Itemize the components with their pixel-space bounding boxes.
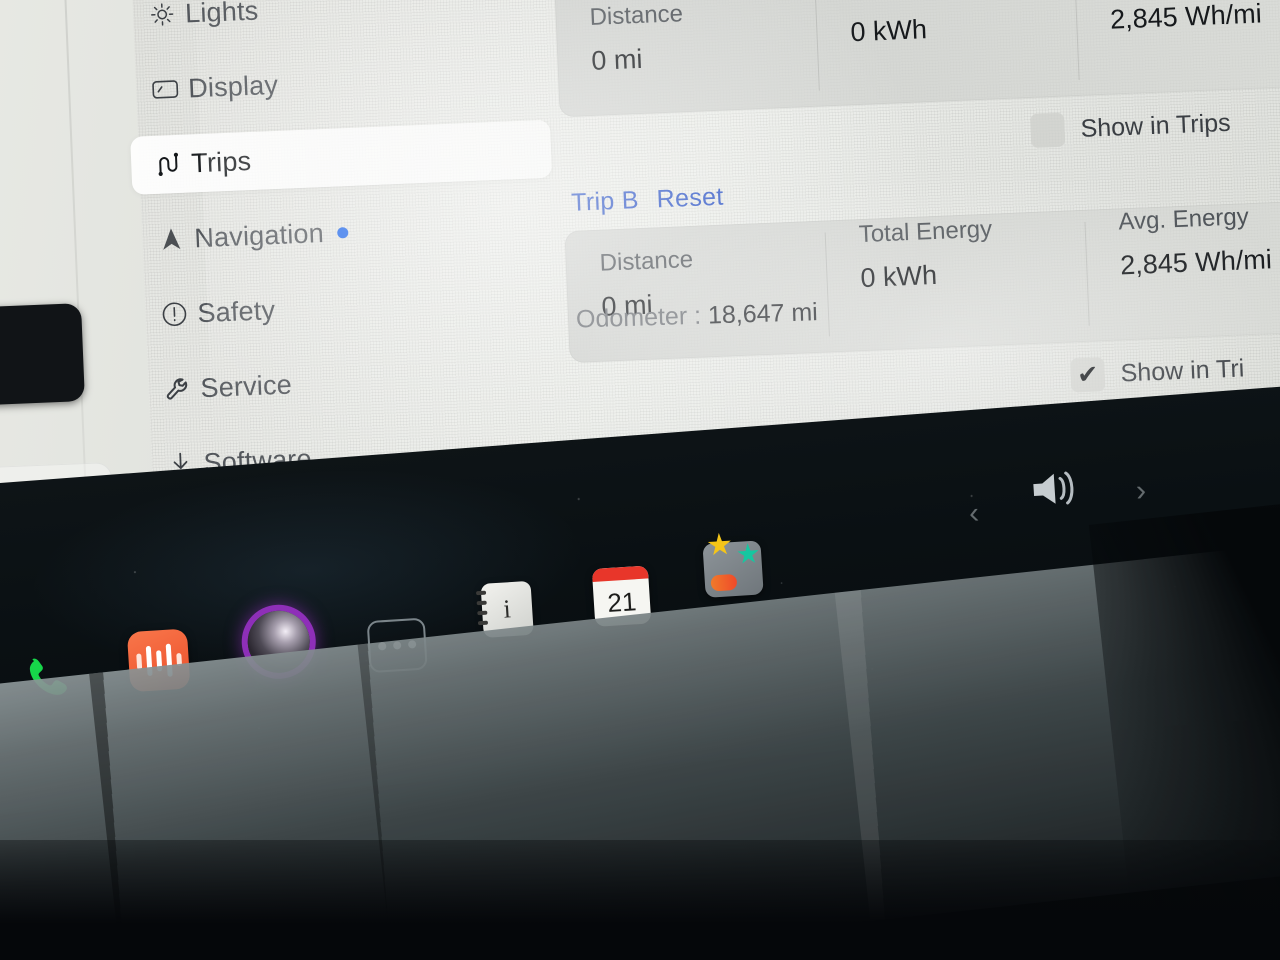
sidebar-item-label: Lights	[184, 0, 259, 29]
sidebar-item-display[interactable]: Display	[127, 45, 549, 120]
stat-label: Avg. Energy	[1117, 203, 1250, 236]
sidebar-item-navigation[interactable]: Navigation	[133, 195, 555, 270]
trips-panel: Trip A Reset Distance 0 mi Total Energy …	[553, 0, 1280, 413]
trip-a-show-in-trips-label: Show in Trips	[1080, 108, 1232, 143]
sun-icon	[139, 1, 186, 29]
odometer-label: Odometer :	[575, 301, 702, 334]
trip-b-section: Trip B Reset Distance 0 mi Total Energy …	[563, 157, 1280, 413]
sidebar-item-label: Service	[199, 369, 293, 403]
trip-b-title[interactable]: Trip B	[571, 186, 640, 218]
photo-of-car-touchscreen: Lights Display Trips Navigation Safety S…	[0, 0, 1280, 960]
stat-value: 0 kWh	[859, 259, 938, 294]
chevron-right-icon: ›	[1134, 474, 1147, 508]
lower-shadow	[0, 840, 1280, 960]
volume-next-button[interactable]: ›	[1135, 474, 1147, 509]
trip-a-stat-distance: Distance 0 mi	[554, 0, 819, 117]
trip-b-stats-card: Distance 0 mi Total Energy 0 kWh Avg. En…	[564, 199, 1280, 364]
navigation-update-dot	[336, 226, 349, 239]
trip-b-stat-avg-energy: Avg. Energy 2,845 Wh/mi	[1084, 199, 1280, 342]
sidebar-item-safety[interactable]: Safety	[136, 270, 558, 345]
trip-b-reset-button[interactable]: Reset	[656, 183, 724, 215]
trip-a-stat-total-energy: Total Energy 0 kWh	[814, 0, 1079, 107]
stat-value: 0 kWh	[849, 14, 928, 48]
apps-icon	[702, 540, 764, 598]
stat-label: Total Energy	[848, 0, 1075, 3]
alert-circle-icon	[151, 299, 198, 329]
trip-b-show-in-trips-checkbox[interactable]: ✔	[1070, 357, 1106, 393]
winding-road-icon	[145, 149, 192, 179]
sidebar-item-label: Safety	[196, 294, 276, 328]
volume-button[interactable]	[1026, 464, 1085, 513]
stat-label: Distance	[599, 245, 694, 277]
checkmark-icon: ✔	[1076, 359, 1099, 389]
screen-icon	[142, 77, 189, 103]
trip-a-section: Trip A Reset Distance 0 mi Total Energy …	[553, 0, 1280, 167]
volume-prev-button[interactable]: ‹	[968, 497, 980, 532]
trip-b-stat-distance: Distance 0 mi	[564, 221, 829, 364]
stat-value: 2,845 Wh/mi	[1109, 0, 1263, 35]
speaker-icon	[1033, 471, 1074, 505]
back-button-chip[interactable]	[0, 303, 85, 406]
sidebar-item-service[interactable]: Service	[139, 345, 561, 420]
stat-value: 0 mi	[590, 43, 644, 76]
nav-arrow-icon	[148, 225, 195, 253]
odometer-value: 18,647 mi	[707, 298, 819, 330]
trip-a-stats-card: Distance 0 mi Total Energy 0 kWh Avg. En…	[554, 0, 1280, 118]
trip-a-show-in-trips-checkbox[interactable]	[1029, 112, 1066, 148]
trip-b-show-in-trips-label: Show in Tri	[1120, 353, 1245, 387]
wrench-icon	[154, 374, 201, 404]
dock-item-apps[interactable]	[702, 540, 764, 598]
sidebar-item-label: Display	[187, 69, 279, 103]
sidebar-item-lights[interactable]: Lights	[124, 0, 546, 45]
stat-label: Total Energy	[858, 215, 993, 249]
sidebar-item-label: Navigation	[193, 217, 325, 253]
sidebar-item-trips[interactable]: Trips	[130, 119, 553, 195]
chevron-left-icon: ‹	[968, 496, 981, 531]
trip-a-stat-avg-energy: Avg. Energy 2,845 Wh/mi	[1074, 0, 1280, 96]
stat-value: 2,845 Wh/mi	[1119, 244, 1273, 281]
sidebar-item-label: Trips	[190, 145, 252, 178]
stat-label: Distance	[589, 0, 684, 31]
trip-b-stat-total-energy: Total Energy 0 kWh	[824, 210, 1089, 353]
